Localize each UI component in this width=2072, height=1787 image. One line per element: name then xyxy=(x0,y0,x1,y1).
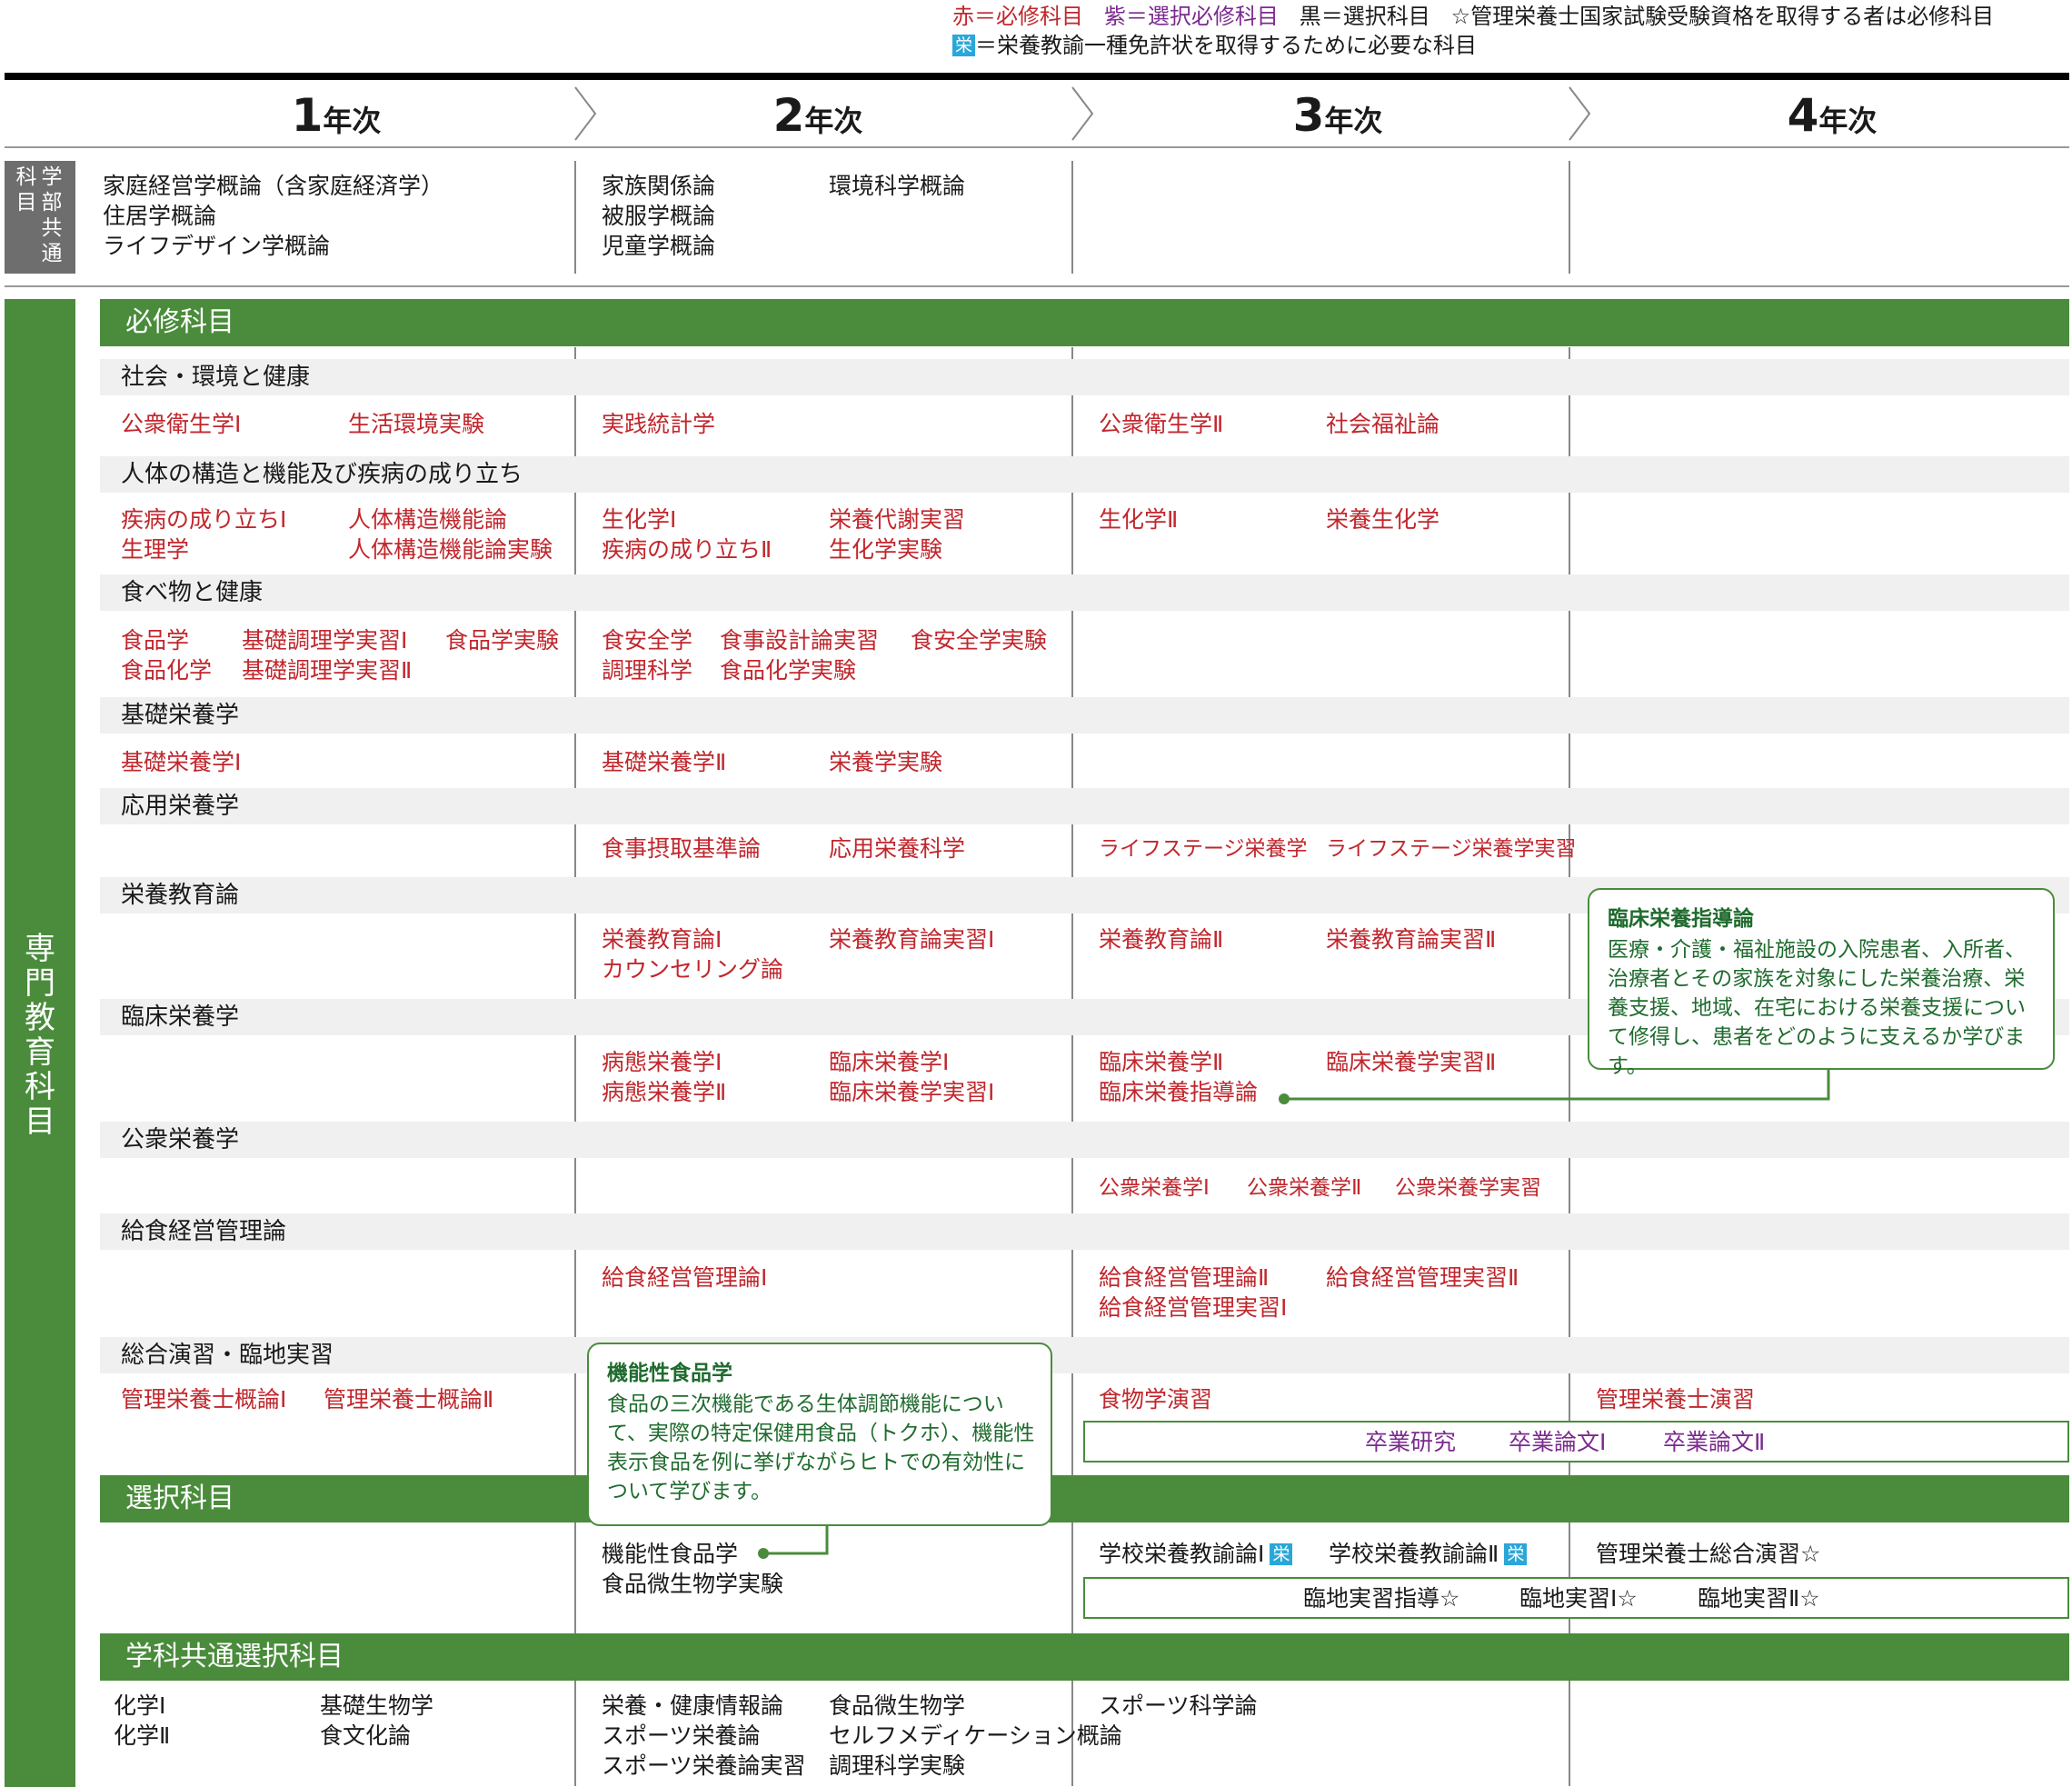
callout-clinical: 臨床栄養指導論 医療・介護・福祉施設の入院患者、入所者、治療者とその家族を対象に… xyxy=(1588,888,2055,1078)
callout-functional-title: 機能性食品学 xyxy=(607,1362,732,1385)
callout-clinical-title: 臨床栄養指導論 xyxy=(1608,907,1754,931)
callout-functional-body: 食品の三次機能である生体調節機能について、実際の特定保健用食品（トクホ）、機能性… xyxy=(607,1393,1035,1503)
callout-functional: 機能性食品学 食品の三次機能である生体調節機能について、実際の特定保健用食品（ト… xyxy=(587,1343,1052,1526)
callout-clinical-body: 医療・介護・福祉施設の入院患者、入所者、治療者とその家族を対象にした栄養治療、栄… xyxy=(1608,938,2026,1078)
